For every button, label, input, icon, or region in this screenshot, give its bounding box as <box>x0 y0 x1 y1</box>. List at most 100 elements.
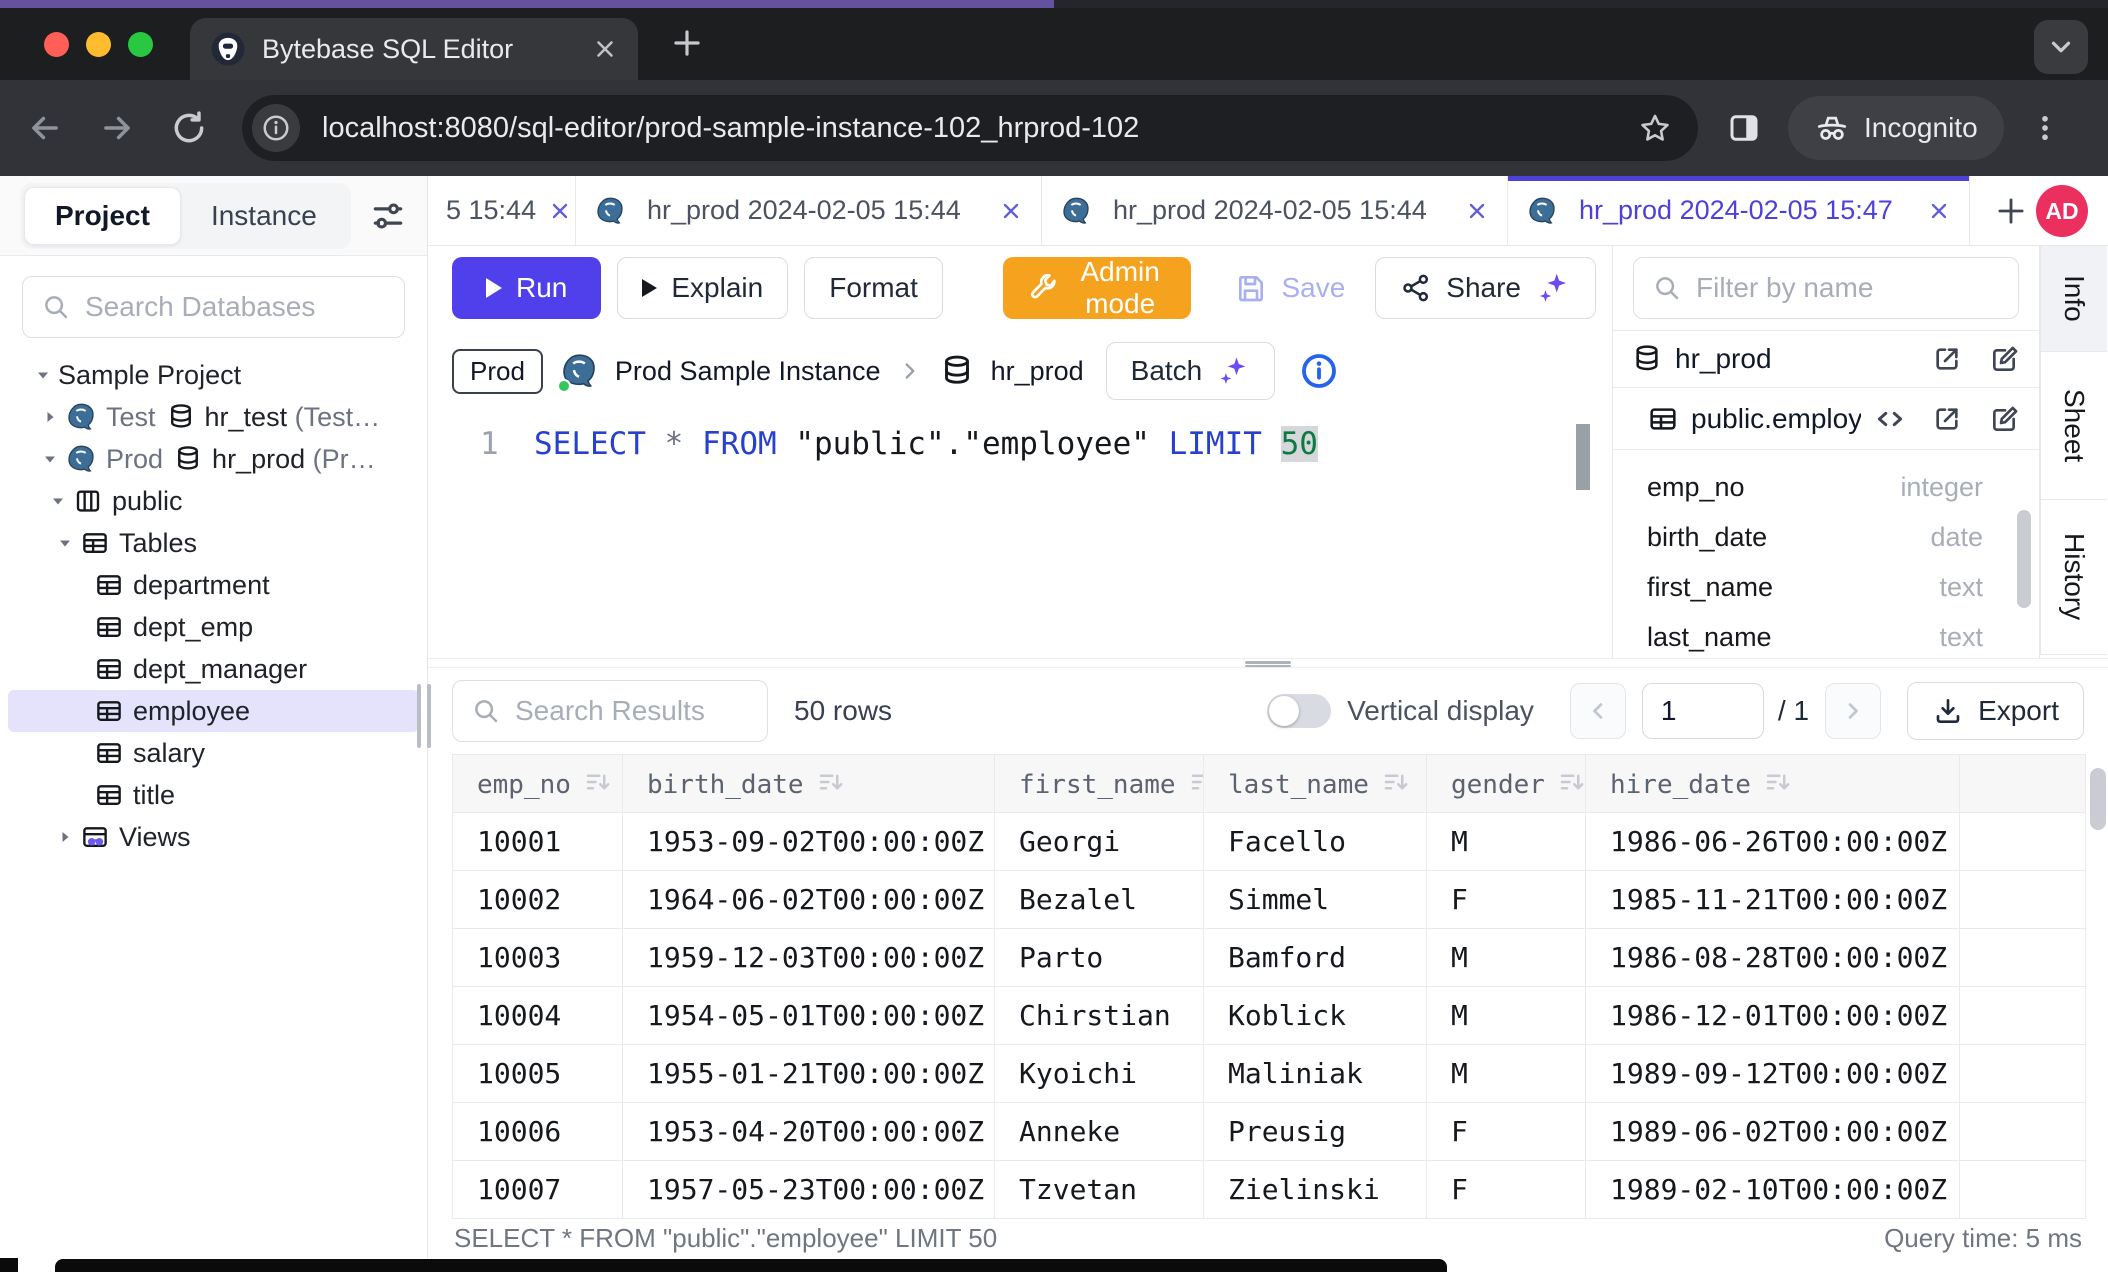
column-header-hire_date[interactable]: hire_date <box>1586 755 1960 813</box>
prev-page-button[interactable] <box>1570 683 1626 739</box>
table-cell[interactable]: 1955-01-21T00:00:00Z <box>623 1045 995 1103</box>
table-cell[interactable]: 1954-05-01T00:00:00Z <box>623 987 995 1045</box>
forward-icon[interactable] <box>98 109 136 147</box>
external-link-icon[interactable] <box>1931 343 1963 375</box>
tree-item-employee[interactable]: employee <box>8 690 419 732</box>
table-row[interactable]: 100041954-05-01T00:00:00ZChirstianKoblic… <box>453 987 2086 1045</box>
table-cell[interactable]: Bamford <box>1204 929 1427 987</box>
table-cell[interactable]: M <box>1427 1045 1586 1103</box>
table-cell[interactable]: 10006 <box>453 1103 623 1161</box>
run-button[interactable]: Run <box>452 257 601 319</box>
tab-instance[interactable]: Instance <box>181 187 347 245</box>
save-button[interactable]: Save <box>1221 257 1359 319</box>
minimize-window-button[interactable] <box>86 32 111 57</box>
next-page-button[interactable] <box>1825 683 1881 739</box>
table-cell[interactable]: Koblick <box>1204 987 1427 1045</box>
table-cell[interactable]: 1985-11-21T00:00:00Z <box>1586 871 1960 929</box>
table-cell[interactable]: 1986-08-28T00:00:00Z <box>1586 929 1960 987</box>
column-header-first_name[interactable]: first_name <box>995 755 1204 813</box>
tree-item-dept-manager[interactable]: dept_manager <box>8 648 419 690</box>
table-row[interactable]: 100031959-12-03T00:00:00ZPartoBamfordM19… <box>453 929 2086 987</box>
column-header-last_name[interactable]: last_name <box>1204 755 1427 813</box>
column-row-birth_date[interactable]: birth_datedate <box>1613 512 2039 562</box>
editor-tab-0[interactable]: 5 15:44 <box>428 176 576 245</box>
tree-item-sample-project[interactable]: Sample Project <box>8 354 419 396</box>
search-results-input[interactable] <box>515 695 749 727</box>
tree-item-hr-test[interactable]: Testhr_test (Test… <box>8 396 419 438</box>
close-icon[interactable] <box>999 199 1023 223</box>
tree-item-hr-prod[interactable]: Prodhr_prod (Pr… <box>8 438 419 480</box>
table-row[interactable]: 100021964-06-02T00:00:00ZBezalelSimmelF1… <box>453 871 2086 929</box>
export-button[interactable]: Export <box>1907 682 2084 740</box>
schema-table-row[interactable]: public.employee <box>1613 388 2039 450</box>
table-cell[interactable]: Kyoichi <box>995 1045 1204 1103</box>
sort-icon[interactable] <box>1188 767 1204 797</box>
caret-right-icon[interactable] <box>35 405 65 429</box>
table-cell[interactable]: 1989-02-10T00:00:00Z <box>1586 1161 1960 1219</box>
table-cell[interactable]: 10007 <box>453 1161 623 1219</box>
sort-icon[interactable] <box>1381 767 1411 797</box>
table-cell[interactable]: F <box>1427 1103 1586 1161</box>
back-icon[interactable] <box>26 109 64 147</box>
table-cell[interactable]: 1957-05-23T00:00:00Z <box>623 1161 995 1219</box>
browser-tab[interactable]: Bytebase SQL Editor <box>190 18 638 80</box>
table-cell[interactable]: Tzvetan <box>995 1161 1204 1219</box>
sort-icon[interactable] <box>1557 767 1586 797</box>
tree-item-department[interactable]: department <box>8 564 419 606</box>
column-header-emp_no[interactable]: emp_no <box>453 755 623 813</box>
table-cell[interactable]: Chirstian <box>995 987 1204 1045</box>
table-cell[interactable]: Preusig <box>1204 1103 1427 1161</box>
column-row-emp_no[interactable]: emp_nointeger <box>1613 462 2039 512</box>
tree-item-tables[interactable]: Tables <box>8 522 419 564</box>
database-name[interactable]: hr_prod <box>991 356 1084 387</box>
column-header-birth_date[interactable]: birth_date <box>623 755 995 813</box>
table-cell[interactable]: M <box>1427 929 1586 987</box>
table-cell[interactable]: M <box>1427 813 1586 871</box>
info-circle-icon[interactable] <box>1299 351 1339 391</box>
edit-icon[interactable] <box>1989 403 2021 435</box>
sort-icon[interactable] <box>816 767 846 797</box>
table-cell[interactable]: 10003 <box>453 929 623 987</box>
admin-mode-button[interactable]: Admin mode <box>1003 257 1192 319</box>
edit-icon[interactable] <box>1989 343 2021 375</box>
page-number-input[interactable] <box>1642 683 1764 739</box>
caret-down-icon[interactable] <box>28 363 58 387</box>
table-row[interactable]: 100011953-09-02T00:00:00ZGeorgiFacelloM1… <box>453 813 2086 871</box>
sort-icon[interactable] <box>583 767 613 797</box>
sql-editor[interactable]: 1 SELECT * FROM "public"."employee" LIMI… <box>428 412 1612 658</box>
table-cell[interactable]: Maliniak <box>1204 1045 1427 1103</box>
close-icon[interactable] <box>1465 199 1489 223</box>
user-avatar[interactable]: AD <box>2036 185 2088 237</box>
column-row-last_name[interactable]: last_nametext <box>1613 612 2039 658</box>
table-cell[interactable]: 1953-04-20T00:00:00Z <box>623 1103 995 1161</box>
table-cell[interactable]: 1986-06-26T00:00:00Z <box>1586 813 1960 871</box>
table-cell[interactable]: 1953-09-02T00:00:00Z <box>623 813 995 871</box>
panel-splitter[interactable] <box>428 658 2108 668</box>
table-cell[interactable]: 10001 <box>453 813 623 871</box>
format-button[interactable]: Format <box>804 257 943 319</box>
sort-icon[interactable] <box>1763 767 1793 797</box>
table-cell[interactable]: Georgi <box>995 813 1204 871</box>
column-row-first_name[interactable]: first_nametext <box>1613 562 2039 612</box>
code-icon[interactable] <box>1873 402 1907 436</box>
table-cell[interactable]: M <box>1427 987 1586 1045</box>
tree-settings-icon[interactable] <box>369 197 407 235</box>
new-tab-icon[interactable] <box>668 24 706 62</box>
search-databases-input[interactable] <box>85 291 386 323</box>
vertical-display-toggle[interactable] <box>1267 694 1331 728</box>
caret-right-icon[interactable] <box>50 825 80 849</box>
window-controls[interactable] <box>44 32 153 57</box>
reload-icon[interactable] <box>170 109 208 147</box>
browser-menu-icon[interactable] <box>2028 111 2062 145</box>
table-cell[interactable]: Simmel <box>1204 871 1427 929</box>
sidebar-resize-handle[interactable] <box>417 684 431 748</box>
close-icon[interactable] <box>1927 199 1951 223</box>
external-link-icon[interactable] <box>1931 403 1963 435</box>
vtab-history[interactable]: History <box>2040 500 2107 655</box>
editor-scrollbar[interactable] <box>1576 424 1590 490</box>
tab-project[interactable]: Project <box>24 187 181 245</box>
editor-tab-1[interactable]: hr_prod 2024-02-05 15:44 <box>576 176 1042 245</box>
close-window-button[interactable] <box>44 32 69 57</box>
table-cell[interactable]: Facello <box>1204 813 1427 871</box>
caret-down-icon[interactable] <box>50 531 80 555</box>
